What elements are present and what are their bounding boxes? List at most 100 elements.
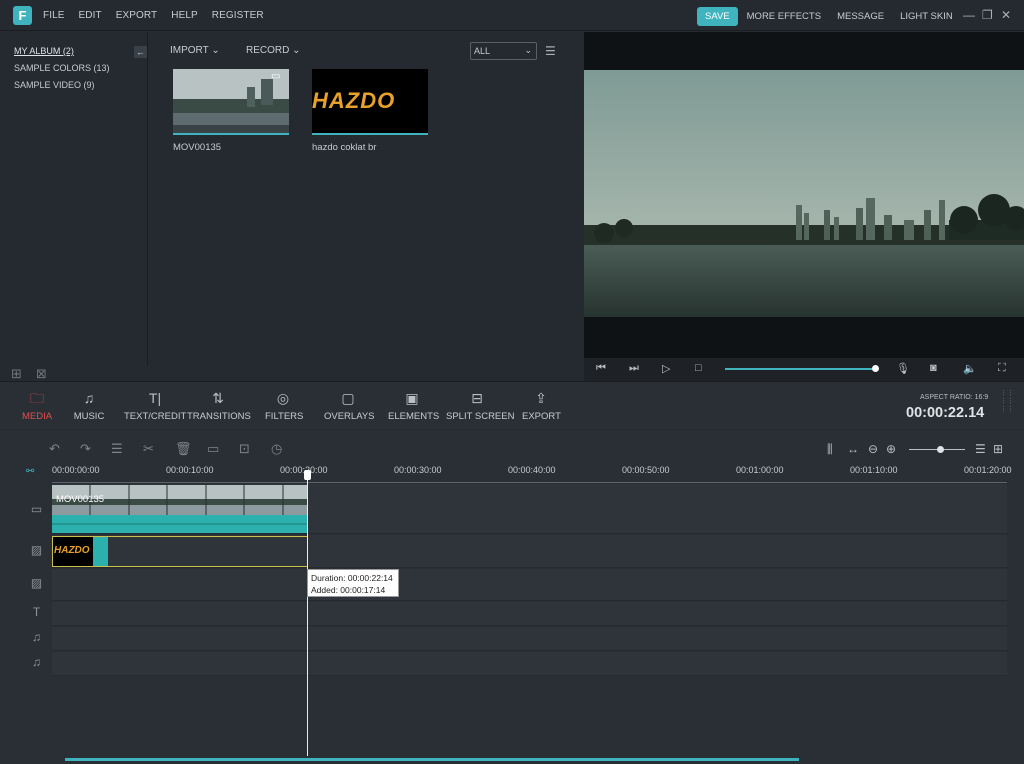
edit-toolbar: 🗀 MEDIA ♫ MUSIC T| TEXT/CREDIT ⇅ TRANSIT…	[0, 381, 1024, 429]
tool-elements[interactable]: ▣ ELEMENTS	[388, 389, 439, 422]
overlay-track[interactable]	[52, 569, 1007, 601]
tool-split-screen[interactable]: ⊟ SPLIT SCREEN	[446, 389, 515, 422]
adjust-icon[interactable]: ☰	[111, 441, 123, 457]
screen-icon[interactable]: ⊡	[239, 441, 250, 457]
fullscreen-icon[interactable]: ⛶	[998, 362, 1006, 375]
import-dropdown[interactable]: IMPORT ⌄	[170, 45, 220, 56]
crop-icon[interactable]: ▭	[207, 441, 219, 457]
image-clip-thumb: HAZDO	[53, 537, 93, 566]
horizontal-scrollbar[interactable]	[65, 758, 799, 761]
redo-icon[interactable]: ↷	[80, 441, 91, 457]
tool-text[interactable]: T| TEXT/CREDIT	[124, 389, 186, 422]
zoom-in-icon[interactable]: ⊕	[886, 442, 896, 456]
save-button[interactable]: SAVE	[697, 7, 738, 26]
microphone-icon[interactable]: 🎙	[896, 362, 910, 375]
video-track-icon: ▭	[30, 502, 43, 516]
tool-overlays-label: OVERLAYS	[324, 411, 375, 422]
play-icon[interactable]: ▷	[662, 362, 670, 375]
skip-back-icon[interactable]: ⏮	[596, 362, 606, 375]
filter-value: ALL	[474, 46, 491, 56]
undo-icon[interactable]: ↶	[49, 441, 60, 457]
library-item-sample-video[interactable]: SAMPLE VIDEO (9)	[14, 80, 95, 90]
tool-filters-label: FILTERS	[265, 411, 304, 422]
delete-folder-icon[interactable]: ⊠	[36, 366, 47, 382]
media-thumbnail-image[interactable]: HAZDO	[312, 69, 428, 135]
record-dropdown[interactable]: RECORD ⌄	[246, 45, 301, 56]
tool-filters[interactable]: ◎ FILTERS	[265, 389, 304, 422]
ruler-tick: 00:00:50:00	[622, 465, 670, 475]
tool-export[interactable]: ⇪ EXPORT	[522, 389, 561, 422]
library-item-sample-colors[interactable]: SAMPLE COLORS (13)	[14, 63, 110, 73]
light-skin-button[interactable]: LIGHT SKIN	[900, 11, 953, 22]
zoom-handle[interactable]	[936, 446, 944, 453]
link-icon[interactable]: ⚯	[26, 466, 34, 477]
tool-transitions-label: TRANSITIONS	[187, 411, 251, 422]
playback-controls: ⏮ ⏭ ▷ □ 🎙 ◙ 🔈 ⛶	[584, 358, 1024, 381]
text-track[interactable]	[52, 602, 1007, 626]
image-clip[interactable]: HAZDO	[52, 536, 308, 567]
restore-icon[interactable]: ❐	[982, 8, 993, 22]
tool-media-label: MEDIA	[21, 411, 53, 422]
tool-transitions[interactable]: ⇅ TRANSITIONS	[187, 389, 251, 422]
tooltip-added: Added: 00:00:17:14	[311, 585, 386, 595]
playhead-handle[interactable]	[304, 470, 311, 480]
clock-icon[interactable]: ◷	[271, 441, 282, 457]
tool-export-label: EXPORT	[522, 411, 561, 422]
add-folder-icon[interactable]: ⊞	[11, 366, 22, 382]
playback-progress[interactable]	[725, 368, 875, 370]
snapshot-icon[interactable]: ◙	[930, 362, 937, 374]
time-ruler[interactable]: 00:00:00:00 00:00:10:00 00:00:20:00 00:0…	[52, 461, 1012, 483]
tool-split-screen-label: SPLIT SCREEN	[446, 411, 515, 422]
tool-text-label: TEXT/CREDIT	[124, 411, 187, 422]
zoom-out-icon[interactable]: ⊖	[868, 442, 878, 456]
list-view-icon[interactable]: ☰	[545, 44, 556, 58]
menu-help[interactable]: HELP	[171, 10, 198, 21]
more-effects-button[interactable]: MORE EFFECTS	[747, 11, 821, 22]
fit-icon[interactable]: ↔	[847, 442, 859, 456]
video-clip[interactable]: MOV00135	[52, 485, 308, 533]
audio-mixer-icon[interactable]: ⫼	[827, 442, 833, 457]
collapse-arrow-icon[interactable]: ←	[134, 46, 147, 58]
menu-register[interactable]: REGISTER	[212, 10, 264, 21]
media-label-image: hazdo coklat br	[312, 142, 377, 153]
tooltip-duration: Duration: 00:00:22:14	[311, 573, 393, 583]
image-clip-handle	[93, 537, 108, 566]
music-track-1[interactable]	[52, 627, 1007, 651]
close-icon[interactable]: ✕	[1001, 8, 1011, 22]
tool-overlays[interactable]: ▢ OVERLAYS	[324, 389, 375, 422]
delete-icon[interactable]: 🗑	[175, 441, 192, 457]
media-thumbnail-video[interactable]: ▭	[173, 69, 289, 135]
cut-icon[interactable]: ✂	[143, 441, 154, 457]
progress-handle[interactable]	[872, 365, 879, 372]
music-track-2[interactable]	[52, 652, 1007, 676]
overlay-track-icon: ▨	[30, 576, 43, 590]
media-library: IMPORT ⌄ RECORD ⌄ ALL ⌄ ☰ ▭ MOV00135 HAZD…	[149, 32, 584, 380]
music-track-icon: ♫	[32, 655, 41, 669]
minimize-icon[interactable]: —	[963, 8, 975, 22]
main-menu: FILE EDIT EXPORT HELP REGISTER	[43, 10, 278, 21]
playhead-line[interactable]	[307, 472, 308, 756]
record-label: RECORD	[246, 45, 290, 56]
menu-export[interactable]: EXPORT	[116, 10, 158, 21]
app-logo: F	[13, 6, 32, 25]
stop-icon[interactable]: □	[695, 362, 702, 374]
preview-frame	[584, 70, 1024, 317]
chevron-down-icon: ⌄	[211, 45, 220, 56]
tool-music[interactable]: ♫ MUSIC	[72, 389, 106, 422]
text-track-icon: T	[32, 605, 41, 619]
skip-forward-icon[interactable]: ⏭	[629, 362, 639, 375]
library-item-my-album[interactable]: MY ALBUM (2)	[14, 46, 74, 56]
ruler-tick: 00:00:30:00	[394, 465, 442, 475]
tool-media[interactable]: 🗀 MEDIA	[20, 389, 54, 422]
list-layout-icon[interactable]: ☰	[975, 442, 986, 456]
image-track-icon: ▨	[30, 543, 43, 557]
menu-file[interactable]: FILE	[43, 10, 65, 21]
filter-select[interactable]: ALL ⌄	[470, 42, 537, 60]
folder-icon: 🗀	[30, 390, 44, 406]
top-actions: SAVE MORE EFFECTS MESSAGE LIGHT SKIN	[697, 7, 969, 26]
menu-edit[interactable]: EDIT	[79, 10, 102, 21]
import-label: IMPORT	[170, 45, 209, 56]
volume-icon[interactable]: 🔈	[963, 362, 977, 375]
message-button[interactable]: MESSAGE	[837, 11, 884, 22]
grid-layout-icon[interactable]: ⊞	[993, 442, 1003, 456]
